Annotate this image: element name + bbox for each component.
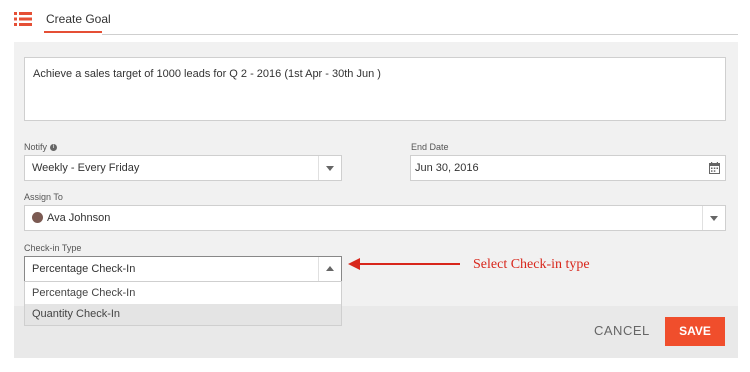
divider [102,34,738,35]
notify-label: Notify i [24,142,58,152]
calendar-icon[interactable] [709,162,720,174]
checkin-type-label: Check-in Type [24,243,82,253]
list-icon[interactable] [14,12,32,26]
assign-to-dropdown-toggle[interactable] [702,206,725,230]
notify-label-text: Notify [24,142,48,152]
notify-dropdown-toggle[interactable] [318,156,341,180]
checkin-options-list: Percentage Check-In Quantity Check-In [24,281,342,326]
end-date-label: End Date [411,142,449,152]
tab-create-goal[interactable]: Create Goal [46,12,111,26]
notify-value: Weekly - Every Friday [32,162,140,174]
checkin-type-value: Percentage Check-In [32,263,136,275]
info-icon[interactable]: i [50,144,58,152]
annotation-text: Select Check-in type [473,257,590,272]
assign-to-value: Ava Johnson [47,212,111,224]
top-bar: Create Goal [0,0,750,38]
chevron-down-icon [326,166,334,171]
annotation-arrow-icon [348,258,460,270]
dropdown-option-percentage[interactable]: Percentage Check-In [25,283,341,304]
goal-description-field[interactable]: Achieve a sales target of 1000 leads for… [24,57,726,121]
end-date-field[interactable]: Jun 30, 2016 [410,155,726,181]
save-button[interactable]: SAVE [665,317,725,346]
end-date-value: Jun 30, 2016 [415,162,479,174]
chevron-up-icon [326,266,334,271]
active-tab-indicator [44,31,102,33]
cancel-button[interactable]: CANCEL [594,323,650,338]
assign-to-label: Assign To [24,192,63,202]
avatar [32,212,43,223]
dropdown-option-quantity[interactable]: Quantity Check-In [25,304,341,325]
notify-select[interactable]: Weekly - Every Friday [24,155,342,181]
chevron-down-icon [710,216,718,221]
checkin-dropdown-toggle[interactable] [318,257,341,281]
checkin-type-select[interactable]: Percentage Check-In [24,256,342,282]
assign-to-select[interactable]: Ava Johnson [24,205,726,231]
